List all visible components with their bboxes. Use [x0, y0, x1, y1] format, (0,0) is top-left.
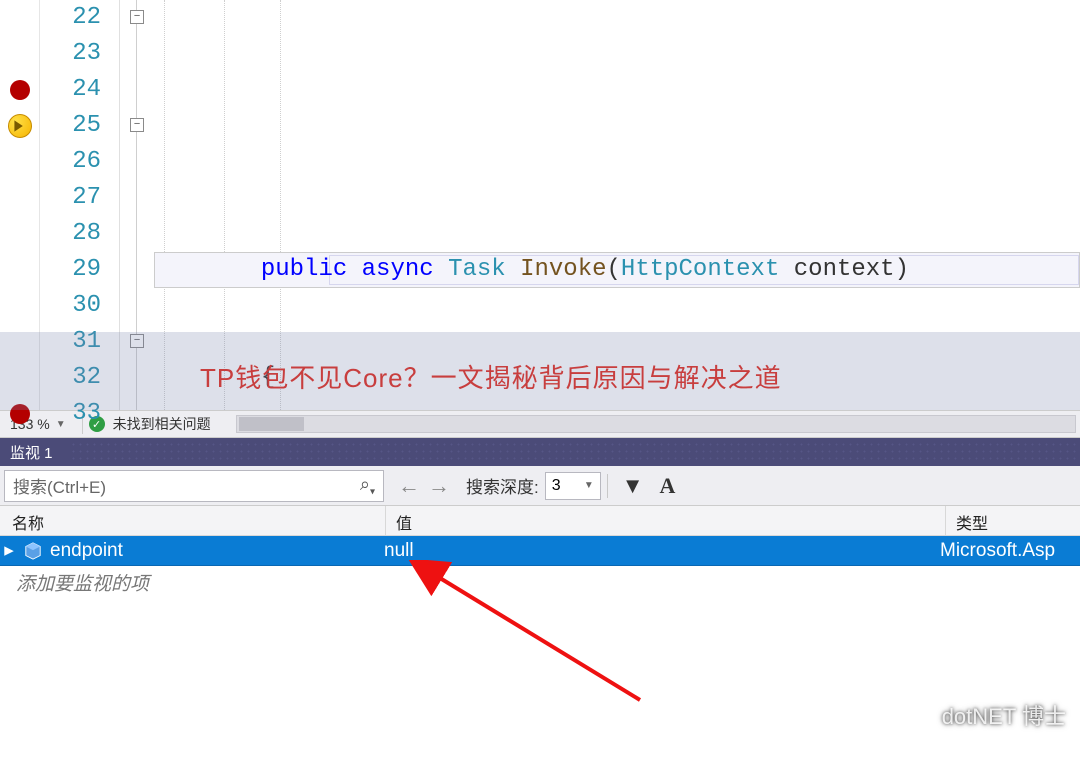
search-depth-label: 搜索深度:: [460, 473, 545, 498]
expand-icon[interactable]: ▸: [0, 539, 18, 562]
code-editor[interactable]: 22 23 24 25 26 27 28 29 30 31 32 33 − − …: [0, 0, 1080, 410]
breakpoint-icon[interactable]: [10, 80, 30, 100]
search-icon[interactable]: ⌕▾: [360, 474, 375, 498]
watch-type-cell: Microsoft.Asp: [940, 540, 1080, 562]
breakpoint-gutter[interactable]: [0, 0, 40, 410]
code-line[interactable]: public async Task Invoke(HttpContext con…: [154, 252, 1080, 288]
search-depth-select[interactable]: 3 ▼: [545, 472, 601, 500]
line-number: 26: [40, 144, 119, 180]
line-number: 28: [40, 216, 119, 252]
line-number: 30: [40, 288, 119, 324]
watch-panel: 监视 1 搜索(Ctrl+E) ⌕▾ ← → 搜索深度: 3 ▼ ▼ A 名称 …: [0, 438, 1080, 781]
line-number: 24: [40, 72, 119, 108]
watch-row[interactable]: ▸ endpoint null Microsoft.Asp: [0, 536, 1080, 566]
column-header-name[interactable]: 名称: [0, 506, 386, 535]
line-number: 33: [40, 396, 119, 432]
watch-add-hint[interactable]: 添加要监视的项: [0, 566, 1080, 596]
line-number: 31: [40, 324, 119, 360]
line-numbers-gutter[interactable]: 22 23 24 25 26 27 28 29 30 31 32 33: [40, 0, 120, 410]
nav-forward-button[interactable]: →: [428, 473, 450, 499]
object-icon: [24, 542, 42, 560]
nav-back-button[interactable]: ←: [398, 473, 420, 499]
chevron-down-icon: ▼: [584, 480, 594, 491]
scrollbar-thumb[interactable]: [239, 417, 304, 431]
fold-toggle-icon[interactable]: −: [130, 10, 144, 24]
horizontal-scrollbar[interactable]: [236, 415, 1076, 433]
watch-panel-header[interactable]: 监视 1: [0, 438, 1080, 466]
line-number: 23: [40, 36, 119, 72]
watch-value-cell[interactable]: null: [380, 540, 940, 562]
font-icon[interactable]: A: [652, 473, 684, 499]
no-issues-label: 未找到相关问题: [113, 414, 211, 434]
watch-toolbar: 搜索(Ctrl+E) ⌕▾ ← → 搜索深度: 3 ▼ ▼ A: [0, 466, 1080, 506]
fold-toggle-icon[interactable]: −: [130, 334, 144, 348]
search-input[interactable]: 搜索(Ctrl+E) ⌕▾: [4, 470, 384, 502]
code-line[interactable]: {: [154, 360, 1080, 396]
watch-grid-body[interactable]: ▸ endpoint null Microsoft.Asp 添加要监视的项: [0, 536, 1080, 781]
filter-icon[interactable]: ▼: [614, 473, 652, 499]
current-line-arrow-icon: [8, 114, 32, 138]
column-header-value[interactable]: 值: [386, 506, 946, 535]
watch-grid-header: 名称 值 类型: [0, 506, 1080, 536]
editor-status-strip: 133 % ▼ ✓ 未找到相关问题: [0, 410, 1080, 438]
breakpoint-icon[interactable]: [10, 404, 30, 424]
column-header-type[interactable]: 类型: [946, 506, 1080, 535]
line-number: 22: [40, 0, 119, 36]
line-number: 27: [40, 180, 119, 216]
line-number: 29: [40, 252, 119, 288]
watch-name-cell[interactable]: endpoint: [50, 540, 380, 562]
line-number: 32: [40, 360, 119, 396]
search-placeholder: 搜索(Ctrl+E): [13, 473, 106, 498]
line-number: 25: [40, 108, 119, 144]
fold-toggle-icon[interactable]: −: [130, 118, 144, 132]
code-area[interactable]: public async Task Invoke(HttpContext con…: [154, 0, 1080, 410]
fold-gutter[interactable]: − − −: [120, 0, 154, 410]
watch-title: 监视 1: [10, 442, 53, 463]
